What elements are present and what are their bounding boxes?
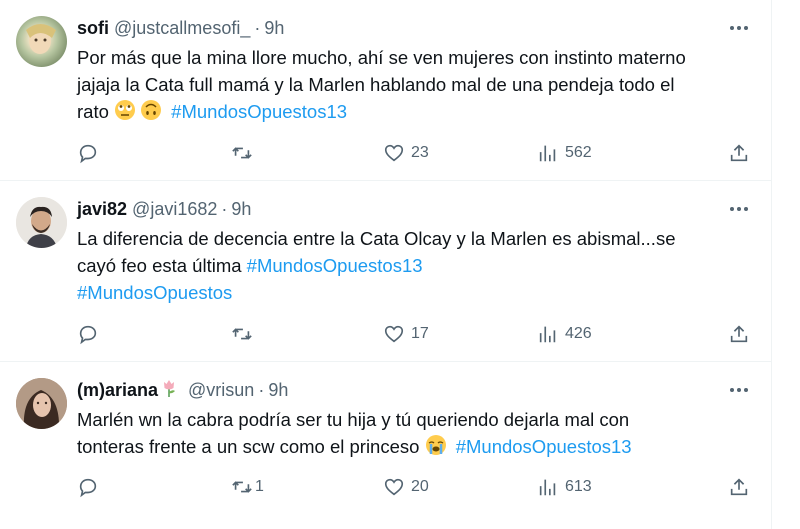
retweet-icon xyxy=(232,328,252,340)
avatar[interactable] xyxy=(16,16,67,67)
tweet-actions: 1 20 613 xyxy=(77,473,767,501)
text-line: cayó feo esta última xyxy=(77,255,242,276)
hashtag-link[interactable]: #MundosOpuestos xyxy=(77,282,232,303)
views-button[interactable]: 613 xyxy=(537,473,592,501)
timestamp[interactable]: 9h xyxy=(264,18,284,39)
share-icon xyxy=(730,144,748,162)
share-button[interactable] xyxy=(728,473,750,501)
user-handle[interactable]: @justcallmesofi_ xyxy=(114,18,250,39)
text-line: Por más que la mina llore mucho, ahí se … xyxy=(77,47,686,68)
tweet-header: javi82 @javi1682 · 9h xyxy=(77,197,752,221)
text-line: tonteras frente a un scw como el princes… xyxy=(77,436,420,457)
user-handle[interactable]: @vrisun xyxy=(188,380,254,401)
tweet-item[interactable]: (m)ariana @vrisun · 9h Marlén wn la cabr… xyxy=(0,362,772,529)
views-button[interactable]: 562 xyxy=(537,139,592,167)
views-count: 426 xyxy=(565,325,592,342)
like-button[interactable]: 20 xyxy=(383,473,429,501)
heart-icon xyxy=(384,325,404,343)
like-count: 20 xyxy=(411,478,429,495)
reply-icon xyxy=(79,144,97,164)
views-chart-icon xyxy=(539,145,556,162)
views-chart-icon xyxy=(539,326,556,343)
text-line: La diferencia de decencia entre la Cata … xyxy=(77,228,676,249)
more-options-icon[interactable] xyxy=(724,378,754,402)
tweet-header: (m)ariana @vrisun · 9h xyxy=(77,378,752,402)
share-button[interactable] xyxy=(728,139,750,167)
timestamp[interactable]: 9h xyxy=(231,199,251,220)
tweet-item[interactable]: sofi @justcallmesofi_ · 9h Por más que l… xyxy=(0,0,772,181)
retweet-button[interactable]: 1 xyxy=(231,473,264,501)
views-button[interactable]: 426 xyxy=(537,320,592,348)
user-handle[interactable]: @javi1682 xyxy=(132,199,217,220)
display-name[interactable]: sofi xyxy=(77,18,109,39)
like-count: 17 xyxy=(411,325,429,342)
tweet-actions: 23 562 xyxy=(77,139,767,167)
avatar[interactable] xyxy=(16,197,67,248)
like-count: 23 xyxy=(411,144,429,161)
timestamp[interactable]: 9h xyxy=(268,380,288,401)
more-options-icon[interactable] xyxy=(724,16,754,40)
reply-icon xyxy=(79,325,97,345)
share-button[interactable] xyxy=(728,320,750,348)
reply-button[interactable] xyxy=(77,320,105,348)
text-line: rato xyxy=(77,101,109,122)
hashtag-link[interactable]: #MundosOpuestos13 xyxy=(456,436,632,457)
retweet-icon xyxy=(232,147,252,159)
rolling-eyes-emoji xyxy=(114,99,136,128)
tweet-text: Por más que la mina llore mucho, ahí se … xyxy=(77,44,747,128)
like-button[interactable]: 23 xyxy=(383,139,429,167)
tweet-actions: 17 426 xyxy=(77,320,767,348)
share-icon xyxy=(730,325,748,343)
separator-dot: · xyxy=(258,379,265,400)
reply-icon xyxy=(79,478,97,498)
retweet-button[interactable] xyxy=(231,320,259,348)
text-line: jajaja la Cata full mamá y la Marlen hab… xyxy=(77,74,675,95)
reply-button[interactable] xyxy=(77,473,105,501)
heart-icon xyxy=(384,478,404,496)
separator-dot: · xyxy=(254,17,261,38)
reply-button[interactable] xyxy=(77,139,105,167)
text-line: Marlén wn la cabra podría ser tu hija y … xyxy=(77,409,630,430)
tweet-text: Marlén wn la cabra podría ser tu hija y … xyxy=(77,406,747,463)
loudly-crying-face-emoji xyxy=(425,434,447,463)
avatar[interactable] xyxy=(16,378,67,429)
views-count: 613 xyxy=(565,478,592,495)
retweet-button[interactable] xyxy=(231,139,259,167)
tweet-header: sofi @justcallmesofi_ · 9h xyxy=(77,16,752,40)
hashtag-link[interactable]: #MundosOpuestos13 xyxy=(171,101,347,122)
tweet-text: La diferencia de decencia entre la Cata … xyxy=(77,225,747,306)
retweet-icon xyxy=(232,481,252,493)
like-button[interactable]: 17 xyxy=(383,320,429,348)
share-icon xyxy=(730,478,748,496)
views-count: 562 xyxy=(565,144,592,161)
display-name[interactable]: (m)ariana xyxy=(77,380,158,401)
tweet-feed: sofi @justcallmesofi_ · 9h Por más que l… xyxy=(0,0,772,529)
retweet-count: 1 xyxy=(255,478,264,495)
heart-icon xyxy=(384,144,404,162)
views-chart-icon xyxy=(539,479,556,496)
upside-down-face-emoji xyxy=(140,99,162,128)
more-options-icon[interactable] xyxy=(724,197,754,221)
separator-dot: · xyxy=(221,198,228,219)
tulip-emoji xyxy=(159,378,179,403)
hashtag-link[interactable]: #MundosOpuestos13 xyxy=(247,255,423,276)
display-name[interactable]: javi82 xyxy=(77,199,127,220)
tweet-item[interactable]: javi82 @javi1682 · 9h La diferencia de d… xyxy=(0,181,772,362)
